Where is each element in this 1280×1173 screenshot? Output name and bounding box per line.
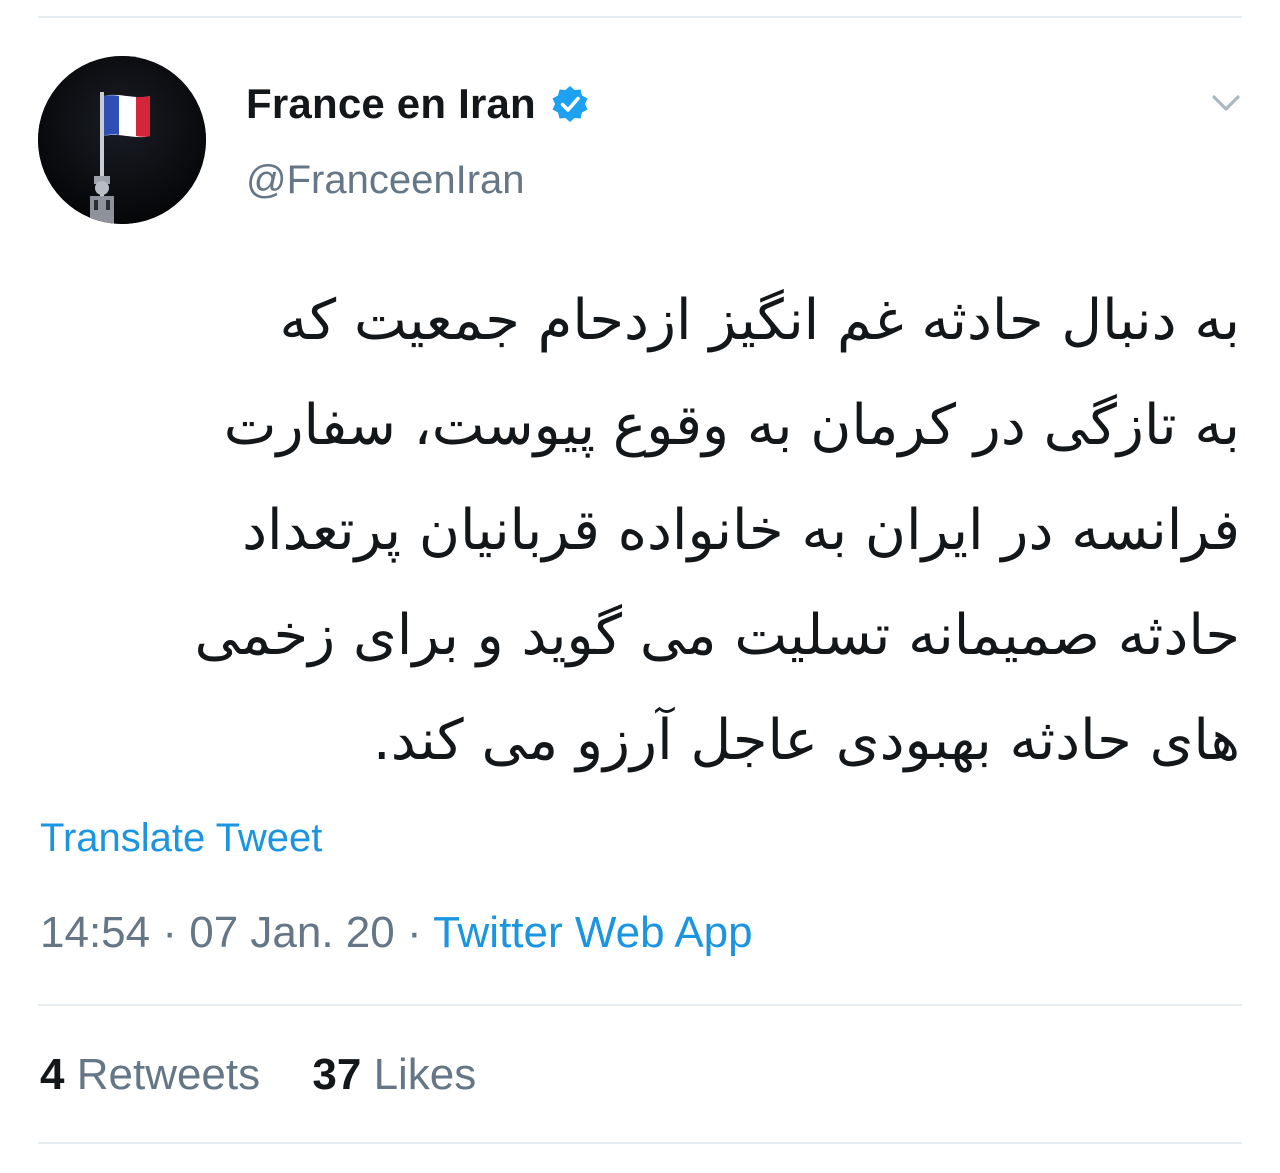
tweet-time: 14:54 <box>40 908 151 957</box>
tweet-text-line: به تازگی در کرمان به وقوع پیوست، سفارت <box>223 393 1240 458</box>
retweets-label: Retweets <box>76 1050 261 1099</box>
handle[interactable]: @FranceenIran <box>246 158 525 203</box>
meta-separator: · <box>162 908 177 957</box>
tweet-text: به دنبال حادثه غم انگیز ازدحام جمعیت که … <box>80 268 1240 793</box>
tweet-text-line: های حادثه بهبودی عاجل آرزو می کند. <box>372 708 1240 773</box>
tweet-text-line: به دنبال حادثه غم انگیز ازدحام جمعیت که <box>279 288 1240 353</box>
avatar[interactable] <box>38 56 206 224</box>
meta-separator: · <box>406 908 422 957</box>
tweet-source-link[interactable]: Twitter Web App <box>433 908 753 957</box>
likes-label: Likes <box>373 1050 477 1099</box>
translate-tweet-link[interactable]: Translate Tweet <box>40 816 322 861</box>
likes-count: 37 <box>312 1050 362 1099</box>
tweet-text-line: حادثه صمیمانه تسلیت می گوید و برای زخمی <box>194 603 1240 668</box>
top-divider <box>38 16 1242 18</box>
flag-avatar-image <box>38 56 206 224</box>
verified-badge-icon <box>552 86 588 122</box>
stats-divider <box>38 1004 1242 1006</box>
likes-stat[interactable]: 37 Likes <box>312 1050 476 1100</box>
tweet-text-line: فرانسه در ایران به خانواده قربانیان پرتع… <box>242 498 1240 563</box>
retweets-count: 4 <box>40 1050 65 1099</box>
tweet-meta: 14:54 · 07 Jan. 20 · Twitter Web App <box>40 908 753 958</box>
chevron-down-icon[interactable] <box>1206 88 1246 118</box>
retweets-stat[interactable]: 4 Retweets <box>40 1050 260 1100</box>
name-row: France en Iran <box>246 74 590 134</box>
bottom-divider <box>38 1142 1242 1144</box>
tweet-date: 07 Jan. 20 <box>189 908 395 957</box>
tweet-stats: 4 Retweets 37 Likes <box>40 1050 476 1100</box>
display-name[interactable]: France en Iran <box>246 80 536 128</box>
